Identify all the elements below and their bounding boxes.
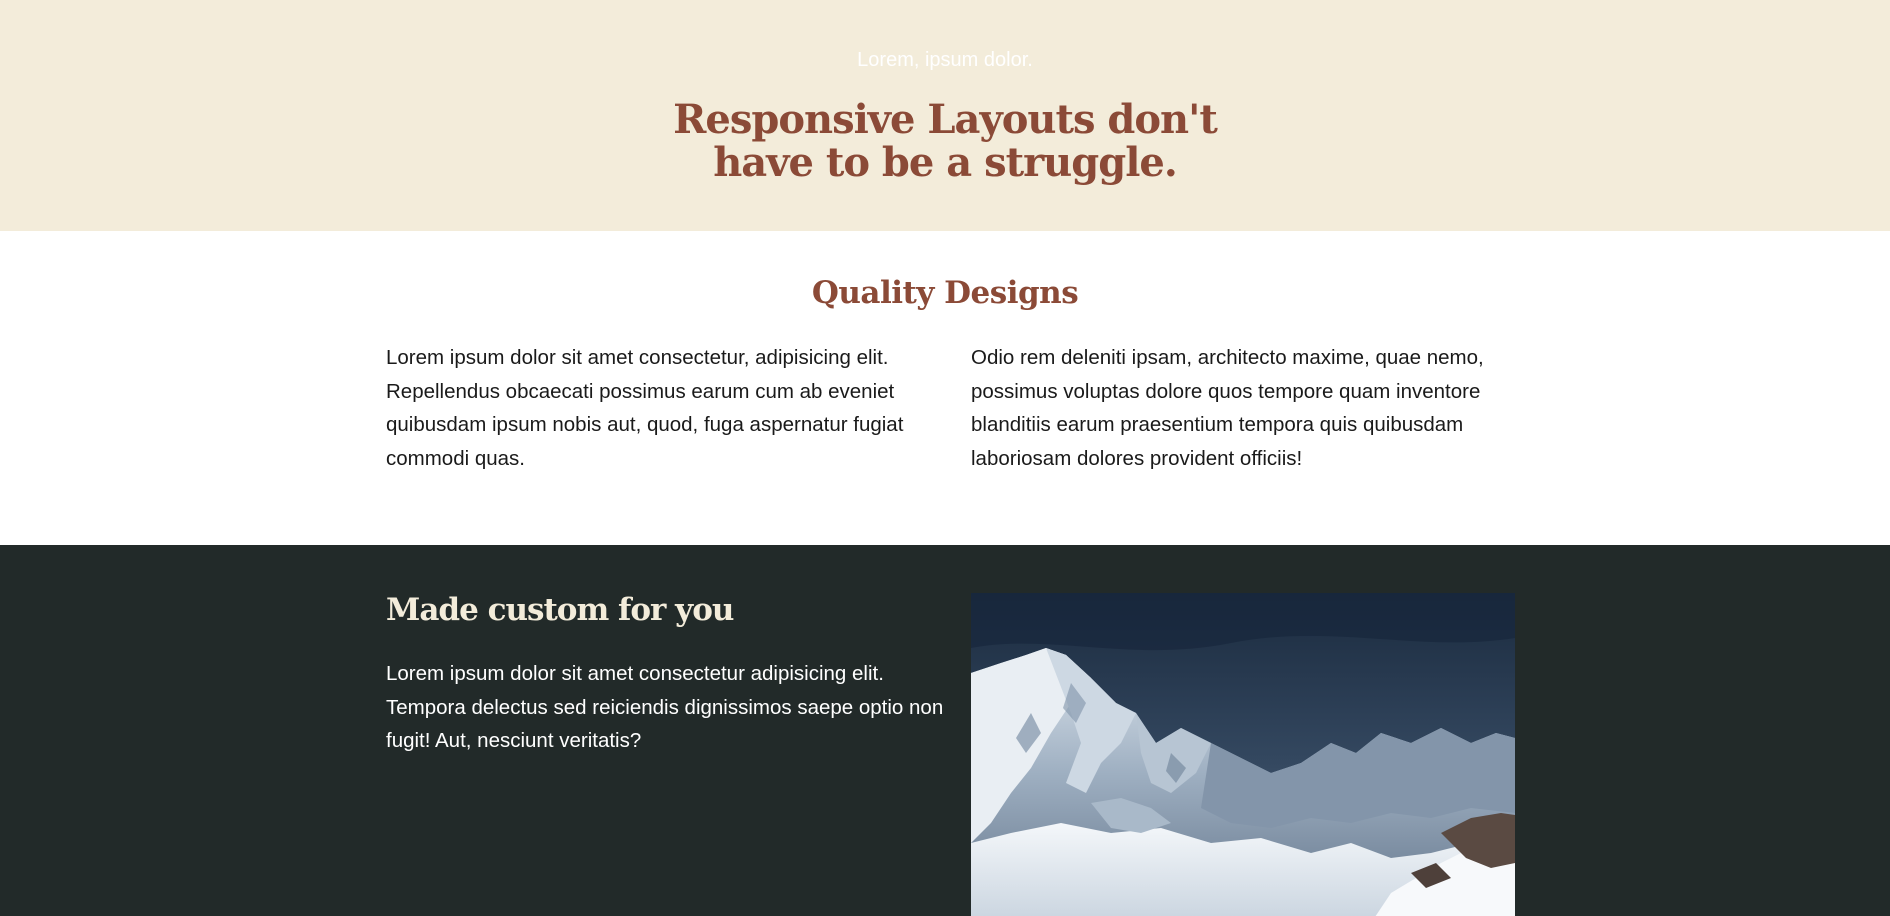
hero-section: Lorem, ipsum dolor. Responsive Layouts d… [0, 0, 1890, 231]
hero-title-line-1: Responsive Layouts don't [673, 96, 1218, 143]
hero-title-line-2: have to be a struggle. [713, 139, 1178, 186]
hero-kicker: Lorem, ipsum dolor. [857, 49, 1033, 71]
quality-section: Quality Designs Lorem ipsum dolor sit am… [0, 231, 1890, 545]
quality-right-paragraph: Odio rem deleniti ipsam, architecto maxi… [971, 346, 1484, 470]
custom-paragraph: Lorem ipsum dolor sit amet consectetur a… [386, 662, 944, 753]
quality-left-paragraph: Lorem ipsum dolor sit amet consectetur, … [386, 346, 904, 470]
custom-title: Made custom for you [386, 592, 734, 628]
custom-section: Made custom for you Lorem ipsum dolor si… [0, 545, 1890, 916]
mountain-photo [971, 593, 1515, 916]
quality-title: Quality Designs [811, 275, 1079, 311]
hero-title: Responsive Layouts don't have to be a st… [0, 98, 1890, 184]
